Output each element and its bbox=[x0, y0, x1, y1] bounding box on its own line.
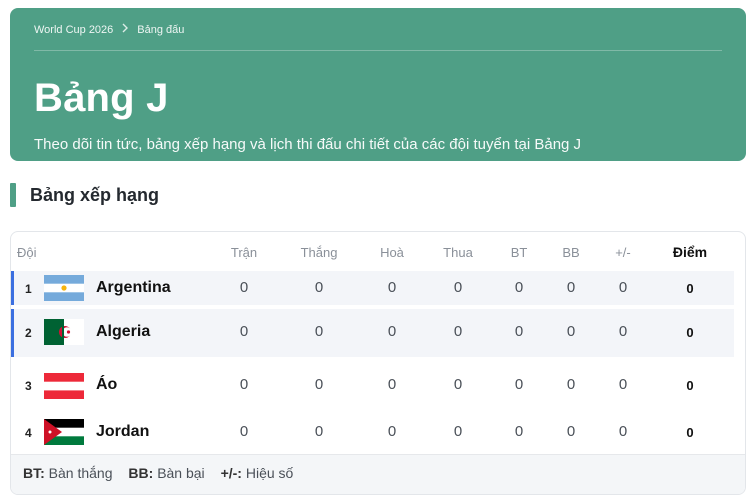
section-accent-bar bbox=[10, 183, 16, 207]
section-title: Bảng xếp hạng bbox=[30, 184, 160, 205]
header-goal-difference: +/- bbox=[615, 245, 631, 260]
played-value: 0 bbox=[239, 376, 249, 393]
legend-goals-against: BB: Bàn bại bbox=[128, 465, 204, 481]
header-goals-against: BB bbox=[562, 245, 580, 260]
goals-against-value: 0 bbox=[566, 279, 576, 296]
group-hero-banner: World Cup 2026 Bảng đấu Bảng J Theo dõi … bbox=[10, 8, 746, 161]
team-name[interactable]: Áo bbox=[96, 376, 117, 394]
points-value: 0 bbox=[686, 425, 694, 440]
table-row[interactable]: 2 Algeria 0 0 0 0 0 0 0 0 bbox=[11, 309, 734, 357]
table-row[interactable]: 1 Argentina 0 0 0 0 0 0 0 0 bbox=[11, 271, 734, 305]
legend-text: Bàn bại bbox=[157, 465, 205, 481]
drawn-value: 0 bbox=[387, 323, 397, 340]
legend-key: BT: bbox=[23, 465, 45, 481]
points-value: 0 bbox=[686, 325, 694, 340]
standings-section-header: Bảng xếp hạng bbox=[10, 183, 159, 207]
header-points: Điểm bbox=[672, 244, 708, 260]
breadcrumb-group-stage-link[interactable]: Bảng đấu bbox=[137, 24, 184, 36]
won-value: 0 bbox=[314, 376, 324, 393]
goals-against-value: 0 bbox=[566, 376, 576, 393]
table-header: Đội Trận Thắng Hoà Thua BT BB +/- Điểm bbox=[11, 232, 745, 270]
breadcrumb: World Cup 2026 Bảng đấu bbox=[34, 23, 722, 51]
header-drawn: Hoà bbox=[380, 245, 404, 260]
header-lost: Thua bbox=[443, 245, 473, 260]
drawn-value: 0 bbox=[387, 376, 397, 393]
lost-value: 0 bbox=[453, 376, 463, 393]
jordan-flag-icon bbox=[44, 419, 84, 445]
drawn-value: 0 bbox=[387, 423, 397, 440]
legend-goals-for: BT: Bàn thắng bbox=[23, 465, 113, 481]
goals-for-value: 0 bbox=[514, 423, 524, 440]
team-rank: 4 bbox=[25, 426, 32, 440]
played-value: 0 bbox=[239, 423, 249, 440]
team-rank: 1 bbox=[25, 282, 32, 296]
goals-against-value: 0 bbox=[566, 323, 576, 340]
legend-key: +/-: bbox=[220, 465, 242, 481]
legend-key: BB: bbox=[128, 465, 154, 481]
won-value: 0 bbox=[314, 323, 324, 340]
legend-text: Bàn thắng bbox=[48, 465, 113, 481]
legend-text: Hiệu số bbox=[245, 465, 294, 481]
header-played: Trận bbox=[230, 245, 258, 260]
goals-against-value: 0 bbox=[566, 423, 576, 440]
team-rank: 2 bbox=[25, 326, 32, 340]
lost-value: 0 bbox=[453, 423, 463, 440]
header-goals-for: BT bbox=[510, 245, 528, 260]
breadcrumb-world-cup-link[interactable]: World Cup 2026 bbox=[34, 24, 113, 36]
goal-difference-value: 0 bbox=[618, 423, 628, 440]
goals-for-value: 0 bbox=[514, 323, 524, 340]
goals-for-value: 0 bbox=[514, 279, 524, 296]
table-legend: BT: Bàn thắng BB: Bàn bại +/-: Hiệu số bbox=[11, 454, 745, 494]
played-value: 0 bbox=[239, 323, 249, 340]
team-name[interactable]: Jordan bbox=[96, 423, 149, 441]
legend-goal-difference: +/-: Hiệu số bbox=[221, 465, 294, 481]
goals-for-value: 0 bbox=[514, 376, 524, 393]
standings-table: Đội Trận Thắng Hoà Thua BT BB +/- Điểm 1… bbox=[10, 231, 746, 495]
algeria-flag-icon bbox=[44, 319, 84, 345]
points-value: 0 bbox=[686, 378, 694, 393]
drawn-value: 0 bbox=[387, 279, 397, 296]
goal-difference-value: 0 bbox=[618, 376, 628, 393]
played-value: 0 bbox=[239, 279, 249, 296]
table-row[interactable]: 4 Jordan 0 0 0 0 0 0 0 0 bbox=[14, 410, 737, 454]
page-subtitle: Theo dõi tin tức, bảng xếp hạng và lịch … bbox=[34, 136, 582, 153]
argentina-flag-icon bbox=[44, 275, 84, 301]
lost-value: 0 bbox=[453, 279, 463, 296]
goal-difference-value: 0 bbox=[618, 279, 628, 296]
table-row[interactable]: 3 Áo 0 0 0 0 0 0 0 0 bbox=[14, 363, 737, 409]
points-value: 0 bbox=[686, 281, 694, 296]
chevron-right-icon bbox=[113, 23, 137, 36]
won-value: 0 bbox=[314, 279, 324, 296]
austria-flag-icon bbox=[44, 373, 84, 399]
team-name[interactable]: Algeria bbox=[96, 323, 150, 341]
team-rank: 3 bbox=[25, 379, 32, 393]
lost-value: 0 bbox=[453, 323, 463, 340]
header-team: Đội bbox=[17, 245, 37, 260]
goal-difference-value: 0 bbox=[618, 323, 628, 340]
won-value: 0 bbox=[314, 423, 324, 440]
header-won: Thắng bbox=[300, 245, 338, 260]
team-name[interactable]: Argentina bbox=[96, 279, 171, 297]
page-title: Bảng J bbox=[34, 76, 169, 120]
